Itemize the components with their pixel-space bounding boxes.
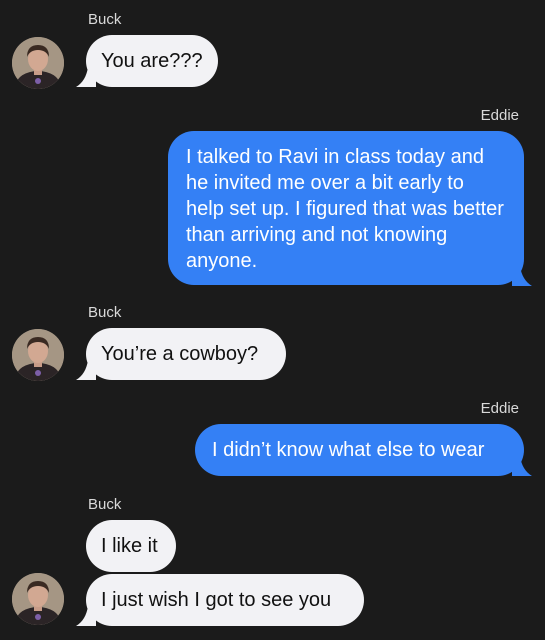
message-text: I didn’t know what else to wear bbox=[212, 439, 485, 461]
message-bubble-incoming[interactable]: You are??? bbox=[86, 35, 218, 87]
sender-name-eddie: Eddie bbox=[480, 400, 519, 417]
sender-name-buck: Buck bbox=[88, 11, 122, 28]
message-text: I just wish I got to see you bbox=[101, 589, 332, 611]
contact-avatar[interactable] bbox=[12, 329, 64, 381]
message-bubble-outgoing[interactable]: I didn’t know what else to wear bbox=[195, 424, 524, 476]
message-text: You’re a cowboy? bbox=[101, 343, 259, 365]
message-text: I talked to Ravi in class today and he i… bbox=[186, 146, 504, 272]
message-bubble-incoming[interactable]: I just wish I got to see you bbox=[86, 574, 364, 626]
sender-name-buck: Buck bbox=[88, 304, 122, 321]
avatar-photo-icon bbox=[12, 573, 64, 625]
avatar-photo-icon bbox=[12, 329, 64, 381]
message-bubble-incoming[interactable]: I like it bbox=[86, 520, 176, 572]
sender-name-buck: Buck bbox=[88, 496, 122, 513]
contact-avatar[interactable] bbox=[12, 573, 64, 625]
message-text: You are??? bbox=[101, 50, 203, 72]
message-bubble-incoming[interactable]: You’re a cowboy? bbox=[86, 328, 286, 380]
message-bubble-outgoing[interactable]: I talked to Ravi in class today and he i… bbox=[168, 131, 524, 285]
sender-name-eddie: Eddie bbox=[480, 107, 519, 124]
contact-avatar[interactable] bbox=[12, 37, 64, 89]
message-text: I like it bbox=[101, 535, 158, 557]
avatar-photo-icon bbox=[12, 37, 64, 89]
